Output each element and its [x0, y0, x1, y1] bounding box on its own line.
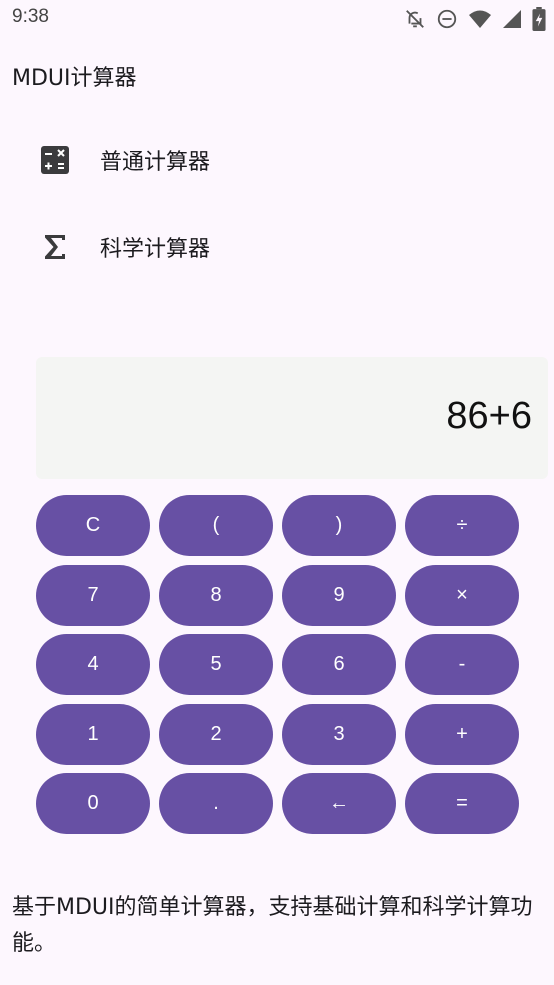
- key-backspace[interactable]: ←: [282, 773, 396, 834]
- wifi-icon: [468, 8, 492, 30]
- key-add[interactable]: +: [405, 703, 519, 765]
- key-decimal[interactable]: .: [159, 773, 273, 834]
- calculator-icon: [36, 141, 74, 179]
- key-8[interactable]: 8: [159, 564, 273, 626]
- key-3[interactable]: 3: [282, 703, 396, 765]
- bell-off-icon: [404, 8, 426, 30]
- app-description: 基于MDUI的简单计算器，支持基础计算和科学计算功能。: [12, 895, 533, 956]
- status-bar: 9:38: [0, 0, 554, 38]
- key-multiply[interactable]: ×: [405, 564, 519, 626]
- menu-item-label: 科学计算器: [100, 237, 211, 262]
- key-0[interactable]: 0: [36, 773, 150, 834]
- key-subtract[interactable]: -: [405, 634, 519, 695]
- menu-item-basic-calculator[interactable]: 普通计算器: [36, 132, 516, 188]
- signal-icon: [502, 8, 522, 30]
- key-9[interactable]: 9: [282, 564, 396, 626]
- sigma-icon: [36, 228, 74, 266]
- key-6[interactable]: 6: [282, 634, 396, 695]
- key-equals[interactable]: =: [405, 773, 519, 834]
- key-1[interactable]: 1: [36, 703, 150, 765]
- menu-item-scientific-calculator[interactable]: 科学计算器: [36, 219, 516, 275]
- key-5[interactable]: 5: [159, 634, 273, 695]
- key-7[interactable]: 7: [36, 564, 150, 626]
- do-not-disturb-icon: [436, 8, 458, 30]
- status-icons: [404, 6, 546, 32]
- battery-icon: [532, 7, 546, 31]
- keypad: C ( ) ÷ 7 8 9 × 4 5 6 - 1 2 3 + 0 . ← =: [36, 495, 519, 834]
- display-value: 86+6: [446, 395, 532, 437]
- key-clear[interactable]: C: [36, 495, 150, 556]
- key-close-paren[interactable]: ): [282, 495, 396, 556]
- key-open-paren[interactable]: (: [159, 495, 273, 556]
- calculator-display: 86+6: [36, 357, 548, 479]
- key-2[interactable]: 2: [159, 703, 273, 765]
- key-divide[interactable]: ÷: [405, 495, 519, 556]
- status-time: 9:38: [12, 6, 49, 27]
- key-4[interactable]: 4: [36, 634, 150, 695]
- menu-item-label: 普通计算器: [100, 150, 211, 175]
- app-title: MDUI计算器: [12, 66, 137, 91]
